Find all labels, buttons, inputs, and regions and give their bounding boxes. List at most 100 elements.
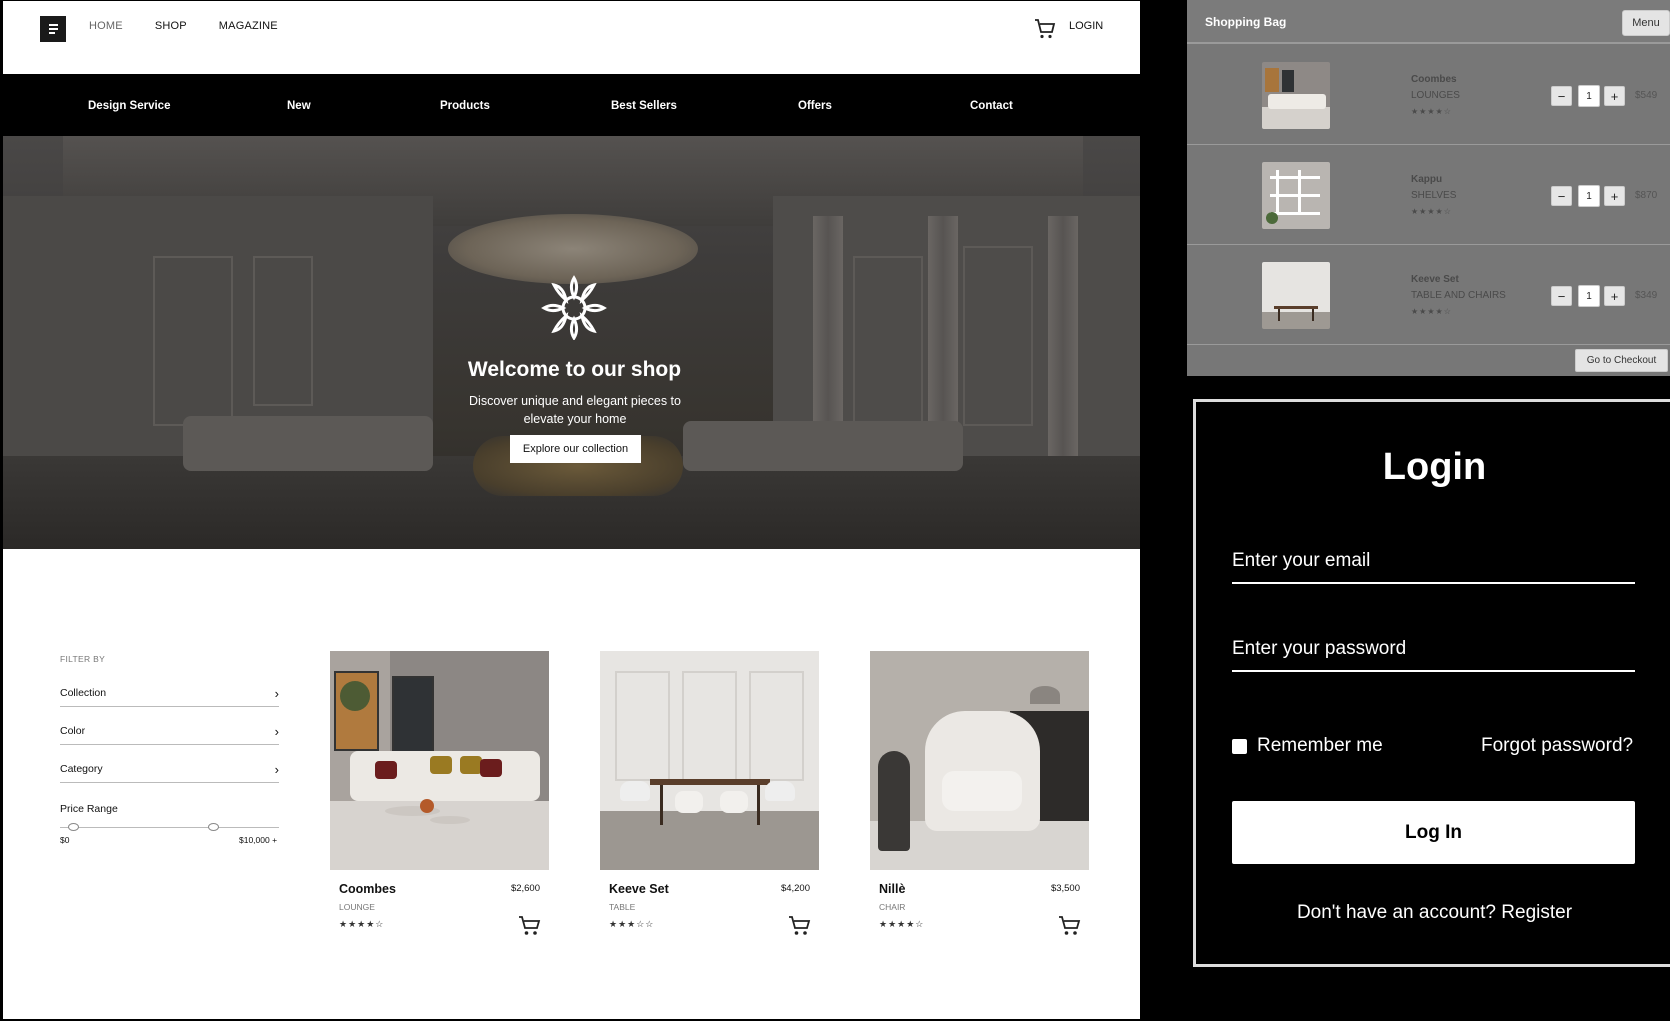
price-range-label: Price Range bbox=[60, 803, 118, 815]
hero-content: Welcome to our shop Discover unique and … bbox=[3, 136, 1140, 549]
minus-icon: − bbox=[1557, 88, 1566, 104]
nav-magazine[interactable]: MAGAZINE bbox=[219, 20, 278, 32]
filter-label: Category bbox=[60, 763, 103, 775]
product-image-lounge[interactable] bbox=[330, 651, 549, 870]
shopping-bag-title: Shopping Bag bbox=[1205, 15, 1287, 29]
login-panel: Login Enter your email Enter your passwo… bbox=[1193, 399, 1670, 967]
bag-item-category: LOUNGES bbox=[1411, 90, 1460, 101]
category-offers[interactable]: Offers bbox=[798, 100, 832, 112]
email-field[interactable]: Enter your email bbox=[1232, 550, 1635, 584]
minus-icon: − bbox=[1557, 188, 1566, 204]
slider-min-handle[interactable] bbox=[67, 823, 79, 831]
bag-item-image bbox=[1262, 262, 1330, 329]
bag-item-rating: ★★★★☆ bbox=[1411, 107, 1452, 116]
checkout-button[interactable]: Go to Checkout bbox=[1575, 349, 1668, 372]
bag-item-image bbox=[1262, 162, 1330, 229]
filter-color[interactable]: Color › bbox=[60, 724, 279, 745]
category-contact[interactable]: Contact bbox=[970, 100, 1013, 112]
product-price: $4,200 bbox=[780, 883, 810, 894]
nav-shop[interactable]: SHOP bbox=[155, 20, 187, 32]
nav-home[interactable]: HOME bbox=[89, 20, 123, 32]
product-rating: ★★★★☆ bbox=[879, 919, 925, 929]
hero-subtitle: Discover unique and elegant pieces to el… bbox=[469, 394, 681, 426]
product-category: LOUNGE bbox=[339, 902, 375, 912]
bag-item-name: Keeve Set bbox=[1411, 274, 1459, 285]
filter-collection[interactable]: Collection › bbox=[60, 686, 279, 707]
plus-icon: + bbox=[1610, 88, 1619, 104]
forgot-password-link[interactable]: Forgot password? bbox=[1481, 735, 1633, 757]
bag-item-rating: ★★★★☆ bbox=[1411, 307, 1452, 316]
filter-label: Color bbox=[60, 725, 86, 737]
minus-icon: − bbox=[1557, 288, 1566, 304]
decrease-quantity-button[interactable]: − bbox=[1551, 286, 1572, 306]
bag-item-rating: ★★★★☆ bbox=[1411, 207, 1452, 216]
login-button[interactable]: Log In bbox=[1232, 801, 1635, 864]
remember-me-checkbox[interactable] bbox=[1232, 738, 1247, 754]
product-card[interactable]: Nillè $3,500 CHAIR ★★★★☆ bbox=[870, 651, 1089, 935]
category-design-service[interactable]: Design Service bbox=[88, 100, 170, 112]
login-link[interactable]: LOGIN bbox=[1069, 20, 1103, 32]
category-bar: Design Service New Products Best Sellers… bbox=[3, 74, 1140, 136]
product-card[interactable]: Coombes $2,600 LOUNGE ★★★★☆ bbox=[330, 651, 549, 935]
price-range-slider[interactable] bbox=[60, 823, 279, 831]
add-to-cart-icon[interactable] bbox=[1058, 915, 1082, 937]
increase-quantity-button[interactable]: + bbox=[1604, 286, 1625, 306]
slider-max-handle[interactable] bbox=[207, 823, 219, 831]
quantity-value[interactable]: 1 bbox=[1578, 185, 1600, 207]
product-category: TABLE bbox=[609, 902, 636, 912]
category-products[interactable]: Products bbox=[440, 100, 490, 112]
bag-item: Keeve Set TABLE AND CHAIRS ★★★★☆ − 1 + $… bbox=[1187, 245, 1670, 345]
password-field[interactable]: Enter your password bbox=[1232, 638, 1635, 672]
increase-quantity-button[interactable]: + bbox=[1604, 86, 1625, 106]
chevron-right-icon: › bbox=[274, 762, 279, 777]
category-new[interactable]: New bbox=[287, 100, 311, 112]
bag-item-name: Coombes bbox=[1411, 74, 1457, 85]
product-image-table[interactable] bbox=[600, 651, 819, 870]
menu-button[interactable]: Menu bbox=[1622, 10, 1670, 36]
filter-category[interactable]: Category › bbox=[60, 762, 279, 783]
add-to-cart-icon[interactable] bbox=[518, 915, 542, 937]
product-price: $3,500 bbox=[1050, 883, 1080, 894]
bag-item: Coombes LOUNGES ★★★★☆ − 1 + $549 bbox=[1187, 45, 1670, 145]
bag-item-price: $549 bbox=[1635, 90, 1658, 101]
bag-item-price: $349 bbox=[1635, 290, 1658, 301]
login-title: Login bbox=[1382, 446, 1487, 488]
hero-banner: Welcome to our shop Discover unique and … bbox=[3, 136, 1140, 549]
product-rating: ★★★★☆ bbox=[339, 919, 385, 929]
quantity-value[interactable]: 1 bbox=[1578, 85, 1600, 107]
decrease-quantity-button[interactable]: − bbox=[1551, 186, 1572, 206]
plus-icon: + bbox=[1610, 288, 1619, 304]
product-category: CHAIR bbox=[879, 902, 906, 912]
quantity-value[interactable]: 1 bbox=[1578, 285, 1600, 307]
remember-me[interactable]: Remember me bbox=[1232, 735, 1383, 757]
shopping-bag-header: Shopping Bag Menu bbox=[1187, 0, 1670, 44]
bag-item-category: SHELVES bbox=[1411, 190, 1457, 201]
password-placeholder: Enter your password bbox=[1232, 638, 1407, 659]
main-page: HOME SHOP MAGAZINE LOGIN Design Service … bbox=[3, 1, 1140, 1019]
decrease-quantity-button[interactable]: − bbox=[1551, 86, 1572, 106]
shopping-bag-panel: Shopping Bag Menu Coombes LOUNGES ★★★★☆ … bbox=[1187, 0, 1670, 376]
increase-quantity-button[interactable]: + bbox=[1604, 186, 1625, 206]
bag-item-image bbox=[1262, 62, 1330, 129]
product-name[interactable]: Coombes bbox=[339, 882, 396, 896]
add-to-cart-icon[interactable] bbox=[788, 915, 812, 937]
product-name[interactable]: Nillè bbox=[879, 882, 905, 896]
bag-item-category: TABLE AND CHAIRS bbox=[1411, 290, 1506, 301]
product-rating: ★★★☆☆ bbox=[609, 919, 655, 929]
product-price: $2,600 bbox=[510, 883, 540, 894]
product-image-chair[interactable] bbox=[870, 651, 1089, 870]
top-header: HOME SHOP MAGAZINE LOGIN bbox=[3, 1, 1140, 74]
bag-item-price: $870 bbox=[1635, 190, 1658, 201]
explore-collection-button[interactable]: Explore our collection bbox=[510, 435, 641, 463]
product-card[interactable]: Keeve Set $4,200 TABLE ★★★☆☆ bbox=[600, 651, 819, 935]
chevron-right-icon: › bbox=[274, 724, 279, 739]
category-best-sellers[interactable]: Best Sellers bbox=[611, 100, 677, 112]
register-link[interactable]: Don't have an account? Register bbox=[1196, 902, 1670, 924]
hamburger-menu-icon[interactable] bbox=[40, 16, 66, 42]
price-max: $10,000 + bbox=[239, 835, 278, 845]
email-placeholder: Enter your email bbox=[1232, 550, 1371, 571]
price-min: $0 bbox=[60, 835, 70, 845]
cart-icon[interactable] bbox=[1033, 17, 1057, 41]
filter-label: Collection bbox=[60, 687, 107, 699]
product-name[interactable]: Keeve Set bbox=[609, 882, 669, 896]
